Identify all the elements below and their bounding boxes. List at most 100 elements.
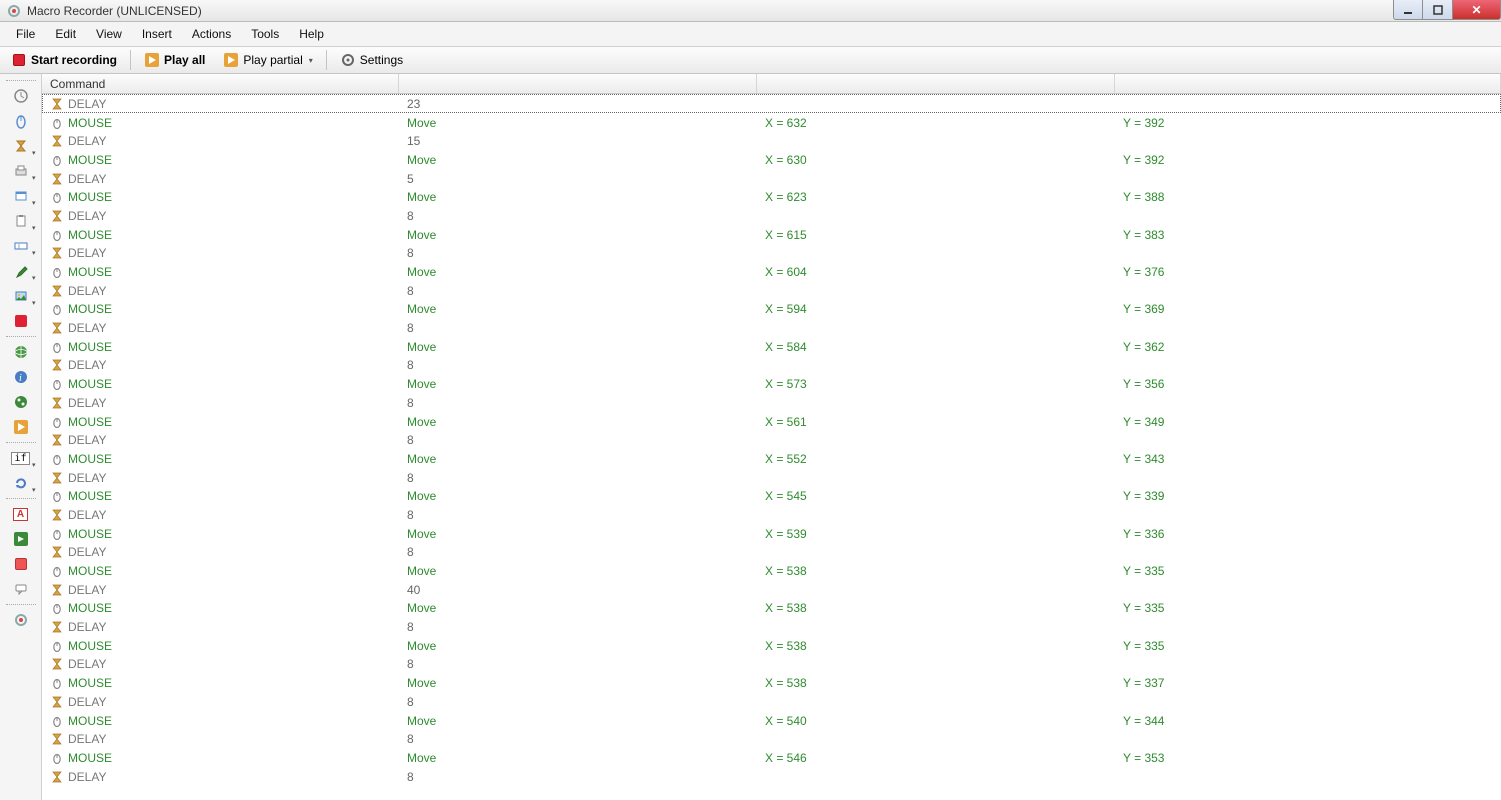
menu-actions[interactable]: Actions <box>182 24 241 44</box>
table-row[interactable]: DELAY8 <box>42 543 1501 562</box>
table-row[interactable]: DELAY8 <box>42 505 1501 524</box>
hourglass-icon <box>50 246 64 260</box>
mouse-x: X = 584 <box>765 340 807 354</box>
play-all-button[interactable]: Play all <box>137 49 212 71</box>
hourglass-icon <box>50 545 64 559</box>
settings-label: Settings <box>360 53 403 67</box>
table-row[interactable]: MOUSEMoveX = 540Y = 344 <box>42 711 1501 730</box>
info-icon[interactable]: i <box>5 365 37 389</box>
table-row[interactable]: DELAY8 <box>42 393 1501 412</box>
table-row[interactable]: DELAY8 <box>42 318 1501 337</box>
table-row[interactable]: DELAY8 <box>42 468 1501 487</box>
table-row[interactable]: DELAY8 <box>42 767 1501 786</box>
mouse-action: Move <box>407 340 436 354</box>
mouse-action: Move <box>407 601 436 615</box>
mouse-x: X = 540 <box>765 714 807 728</box>
table-row[interactable]: DELAY8 <box>42 244 1501 263</box>
refresh-icon[interactable] <box>5 471 37 495</box>
table-row[interactable]: DELAY8 <box>42 206 1501 225</box>
text-input-icon[interactable]: I <box>5 234 37 258</box>
hourglass-icon[interactable] <box>5 134 37 158</box>
delay-value: 8 <box>407 284 414 298</box>
eyedropper-icon[interactable] <box>5 259 37 283</box>
play-icon[interactable] <box>5 415 37 439</box>
table-row[interactable]: MOUSEMoveX = 546Y = 353 <box>42 748 1501 767</box>
window-icon[interactable] <box>5 184 37 208</box>
table-row[interactable]: DELAY5 <box>42 169 1501 188</box>
table-row[interactable]: DELAY8 <box>42 356 1501 375</box>
if-statement-icon[interactable]: if <box>5 446 37 470</box>
network-icon[interactable] <box>5 390 37 414</box>
column-header-2[interactable] <box>399 74 757 93</box>
table-row[interactable]: DELAY8 <box>42 655 1501 674</box>
mouse-icon[interactable] <box>5 109 37 133</box>
menu-edit[interactable]: Edit <box>45 24 86 44</box>
table-row[interactable]: MOUSEMoveX = 594Y = 369 <box>42 300 1501 319</box>
table-row[interactable]: MOUSEMoveX = 538Y = 335 <box>42 561 1501 580</box>
image-icon[interactable] <box>5 284 37 308</box>
command-label: DELAY <box>68 657 106 671</box>
print-icon[interactable] <box>5 159 37 183</box>
start-recording-button[interactable]: Start recording <box>4 49 124 71</box>
close-button[interactable]: ✕ <box>1453 0 1501 20</box>
clock-icon[interactable] <box>5 84 37 108</box>
record-square-icon[interactable] <box>5 552 37 576</box>
table-row[interactable]: MOUSEMoveX = 538Y = 335 <box>42 636 1501 655</box>
mouse-x: X = 573 <box>765 377 807 391</box>
minimize-button[interactable] <box>1393 0 1423 20</box>
menu-view[interactable]: View <box>86 24 132 44</box>
mouse-action: Move <box>407 116 436 130</box>
command-label: DELAY <box>68 471 106 485</box>
table-row[interactable]: DELAY8 <box>42 281 1501 300</box>
table-row[interactable]: MOUSEMoveX = 552Y = 343 <box>42 449 1501 468</box>
mouse-icon <box>50 302 64 316</box>
table-row[interactable]: MOUSEMoveX = 604Y = 376 <box>42 262 1501 281</box>
table-row[interactable]: MOUSEMoveX = 573Y = 356 <box>42 374 1501 393</box>
table-row[interactable]: MOUSEMoveX = 630Y = 392 <box>42 150 1501 169</box>
column-header-4[interactable] <box>1115 74 1501 93</box>
table-row[interactable]: MOUSEMoveX = 539Y = 336 <box>42 524 1501 543</box>
command-label: DELAY <box>68 321 106 335</box>
table-row[interactable]: MOUSEMoveX = 632Y = 392 <box>42 113 1501 132</box>
table-row[interactable]: DELAY8 <box>42 617 1501 636</box>
menu-tools[interactable]: Tools <box>241 24 289 44</box>
maximize-button[interactable] <box>1423 0 1453 20</box>
menu-file[interactable]: File <box>6 24 45 44</box>
table-row[interactable]: MOUSEMoveX = 561Y = 349 <box>42 412 1501 431</box>
font-icon[interactable]: A <box>5 502 37 526</box>
stop-icon[interactable] <box>5 309 37 333</box>
mouse-y: Y = 336 <box>1123 527 1164 541</box>
table-row[interactable]: MOUSEMoveX = 545Y = 339 <box>42 486 1501 505</box>
mouse-x: X = 538 <box>765 601 807 615</box>
menu-help[interactable]: Help <box>289 24 334 44</box>
clipboard-icon[interactable] <box>5 209 37 233</box>
table-row[interactable]: DELAY8 <box>42 692 1501 711</box>
column-header-command[interactable]: Command <box>42 74 399 93</box>
menu-insert[interactable]: Insert <box>132 24 182 44</box>
mouse-y: Y = 339 <box>1123 489 1164 503</box>
table-row[interactable]: MOUSEMoveX = 538Y = 335 <box>42 599 1501 618</box>
table-row[interactable]: DELAY8 <box>42 729 1501 748</box>
table-row[interactable]: MOUSEMoveX = 584Y = 362 <box>42 337 1501 356</box>
svg-text:i: i <box>19 373 22 384</box>
table-row[interactable]: DELAY23 <box>42 94 1501 113</box>
mouse-icon <box>50 228 64 242</box>
globe-icon[interactable] <box>5 340 37 364</box>
macro-icon[interactable] <box>5 608 37 632</box>
settings-button[interactable]: Settings <box>333 49 410 71</box>
grid-body[interactable]: DELAY23MOUSEMoveX = 632Y = 392DELAY15MOU… <box>42 94 1501 800</box>
play-all-label: Play all <box>164 53 205 67</box>
table-row[interactable]: DELAY40 <box>42 580 1501 599</box>
table-row[interactable]: DELAY15 <box>42 131 1501 150</box>
table-row[interactable]: DELAY8 <box>42 430 1501 449</box>
table-row[interactable]: MOUSEMoveX = 538Y = 337 <box>42 673 1501 692</box>
mouse-action: Move <box>407 489 436 503</box>
command-label: MOUSE <box>68 714 112 728</box>
table-row[interactable]: MOUSEMoveX = 623Y = 388 <box>42 187 1501 206</box>
comment-icon[interactable] <box>5 577 37 601</box>
goto-icon[interactable] <box>5 527 37 551</box>
command-label: MOUSE <box>68 564 112 578</box>
play-partial-button[interactable]: Play partial ▾ <box>216 49 319 71</box>
table-row[interactable]: MOUSEMoveX = 615Y = 383 <box>42 225 1501 244</box>
column-header-3[interactable] <box>757 74 1115 93</box>
